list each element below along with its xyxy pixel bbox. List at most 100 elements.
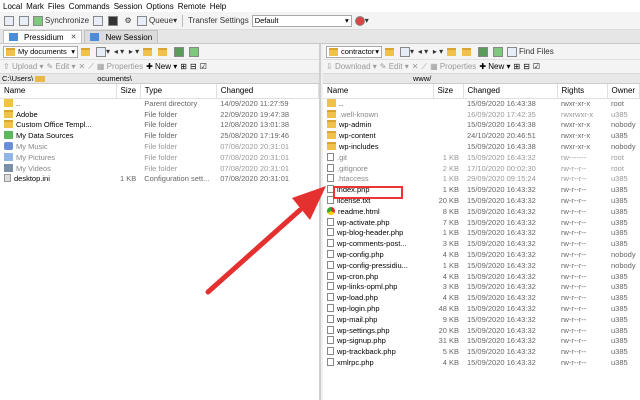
table-row[interactable]: wp-settings.php 20 KB 15/09/2020 16:43:32 r…: [323, 325, 640, 336]
refresh-icon[interactable]: [188, 45, 200, 58]
table-row[interactable]: wp-links-opml.php 3 KB 15/09/2020 16:43:32…: [323, 282, 640, 293]
rename-icon[interactable]: ⟋: [88, 62, 94, 72]
table-row[interactable]: desktop.ini 1 KB Configuration sett... 07/0…: [0, 174, 319, 185]
filter-icon[interactable]: ▾: [400, 45, 414, 58]
transfer-settings-icon[interactable]: ▾: [354, 14, 369, 27]
table-row[interactable]: wp-config-pressidiu... 1 KB 15/09/2020 16:…: [323, 260, 640, 271]
select-all-icon[interactable]: ⊞: [180, 62, 187, 71]
edit-button[interactable]: ✎ Edit ▾: [380, 62, 409, 71]
filter-select-icon[interactable]: ☑: [533, 62, 540, 71]
properties-button[interactable]: ▦ Properties: [430, 62, 476, 71]
upload-button[interactable]: ⇪ Upload ▾: [3, 62, 44, 71]
menu-item-help[interactable]: Help: [210, 2, 226, 11]
table-row[interactable]: Adobe File folder 22/09/2020 19:47:38: [0, 109, 319, 120]
table-row[interactable]: wp-comments-post... 3 KB 15/09/2020 16:43:…: [323, 238, 640, 249]
local-path-bar[interactable]: C:\Users\ ocuments\: [0, 74, 319, 84]
table-row[interactable]: Custom Office Templ... File folder 12/08/2…: [0, 120, 319, 131]
table-row[interactable]: wp-trackback.php 5 KB 15/09/2020 16:43:32 r…: [323, 346, 640, 357]
properties-button[interactable]: ▦ Properties: [97, 62, 143, 71]
table-row[interactable]: wp-blog-header.php 1 KB 15/09/2020 16:43:3…: [323, 228, 640, 239]
table-row[interactable]: wp-login.php 48 KB 15/09/2020 16:43:32 rw-r…: [323, 303, 640, 314]
menu-item-mark[interactable]: Mark: [26, 2, 44, 11]
menu-item-options[interactable]: Options: [146, 2, 174, 11]
select-all-icon[interactable]: ⊞: [514, 62, 521, 71]
delete-icon[interactable]: ✕: [79, 62, 86, 71]
table-row[interactable]: wp-admin 15/09/2020 16:43:38 rwxr-xr-x nobo…: [323, 120, 640, 131]
menu-item-session[interactable]: Session: [114, 2, 142, 11]
download-button[interactable]: ⇩ Download ▾: [326, 62, 377, 71]
column-header-changed[interactable]: Changed: [216, 84, 320, 99]
open-folder-icon[interactable]: [81, 45, 93, 58]
table-row[interactable]: My Pictures File folder 07/08/2020 20:31:0…: [0, 152, 319, 163]
parent-dir-icon[interactable]: [447, 45, 459, 58]
delete-icon[interactable]: ✕: [412, 62, 419, 71]
edit-button[interactable]: ✎ Edit ▾: [47, 62, 76, 71]
table-row[interactable]: My Music File folder 07/08/2020 20:31:01: [0, 141, 319, 152]
column-header-type[interactable]: Type: [140, 84, 217, 99]
new-button[interactable]: ✚ New ▾: [146, 62, 177, 71]
filter-select-icon[interactable]: ☑: [200, 62, 207, 71]
column-header-rights[interactable]: Rights: [557, 84, 608, 99]
queue-button[interactable]: Queue ▾: [137, 14, 177, 27]
column-header-size[interactable]: Size: [116, 84, 141, 99]
column-header-owner[interactable]: Owner: [607, 84, 640, 99]
tab-new-session[interactable]: New Session: [84, 30, 159, 43]
table-row[interactable]: wp-activate.php 7 KB 15/09/2020 16:43:32 rw…: [323, 217, 640, 228]
home-icon[interactable]: [173, 45, 185, 58]
column-header-size[interactable]: Size: [433, 84, 464, 99]
sync-browse-icon[interactable]: [92, 14, 104, 27]
back-icon[interactable]: ◂ ▾: [113, 45, 125, 58]
home-icon[interactable]: [477, 45, 489, 58]
table-row[interactable]: .. 15/09/2020 16:43:38 rwxr-xr-x root: [323, 98, 640, 109]
column-header-name[interactable]: Name: [323, 84, 434, 99]
open-folder-icon[interactable]: [385, 45, 397, 58]
deselect-icon[interactable]: ⊟: [523, 62, 530, 71]
table-row[interactable]: wp-config.php 4 KB 15/09/2020 16:43:32 rw-r…: [323, 249, 640, 260]
parent-dir-icon[interactable]: [143, 45, 155, 58]
root-dir-icon[interactable]: [158, 45, 170, 58]
column-header-changed[interactable]: Changed: [463, 84, 558, 99]
forward-icon[interactable]: ▸ ▾: [432, 45, 444, 58]
table-row[interactable]: .well-known 16/09/2020 17:42:35 rwxrwxr-x u…: [323, 109, 640, 120]
console-icon[interactable]: [107, 14, 119, 27]
rename-icon[interactable]: ⟋: [421, 62, 427, 72]
transfer-settings-select[interactable]: Default ▾: [251, 14, 352, 27]
table-row[interactable]: wp-signup.php 31 KB 15/09/2020 16:43:32 rw-…: [323, 336, 640, 347]
table-row[interactable]: wp-content 24/10/2020 20:46:51 rwxr-xr-x u3…: [323, 130, 640, 141]
remote-path-bar[interactable]: www/: [323, 74, 640, 84]
compare-icon[interactable]: [18, 14, 30, 27]
table-row[interactable]: .git 1 KB 15/09/2020 16:43:32 rw------- root: [323, 152, 640, 163]
new-button[interactable]: ✚ New ▾: [479, 62, 510, 71]
table-row[interactable]: wp-mail.php 9 KB 15/09/2020 16:43:32 rw-r--…: [323, 314, 640, 325]
table-row[interactable]: .htaccess 1 KB 29/09/2020 09:15:24 rw-r--r-…: [323, 174, 640, 185]
back-icon[interactable]: ◂ ▾: [417, 45, 429, 58]
tab-pressidium[interactable]: Pressidium ✕: [3, 30, 83, 43]
root-dir-icon[interactable]: [462, 45, 474, 58]
table-row[interactable]: readme.html 8 KB 15/09/2020 16:43:32 rw-r--…: [323, 206, 640, 217]
menu-item-local[interactable]: Local: [3, 2, 22, 11]
remote-location-select[interactable]: contractor ▾: [326, 45, 382, 58]
gear-icon[interactable]: ⚙: [122, 14, 134, 27]
table-row[interactable]: wp-load.php 4 KB 15/09/2020 16:43:32 rw-r--…: [323, 292, 640, 303]
local-browse-icon[interactable]: [3, 14, 15, 27]
deselect-icon[interactable]: ⊟: [190, 62, 197, 71]
refresh-icon[interactable]: [492, 45, 504, 58]
table-row[interactable]: xmlrpc.php 4 KB 15/09/2020 16:43:32 rw-r--r…: [323, 357, 640, 368]
table-row[interactable]: .gitignore 2 KB 17/10/2020 00:02:30 rw-r--r…: [323, 163, 640, 174]
local-location-select[interactable]: My documents ▾: [3, 45, 78, 58]
table-row[interactable]: My Videos File folder 07/08/2020 20:31:01: [0, 163, 319, 174]
forward-icon[interactable]: ▸ ▾: [128, 45, 140, 58]
filter-icon[interactable]: ▾: [96, 45, 110, 58]
table-row[interactable]: My Data Sources File folder 25/08/2020 17:…: [0, 130, 319, 141]
find-files-button[interactable]: Find Files: [507, 45, 554, 58]
table-row[interactable]: .. Parent directory 14/09/2020 11:27:59: [0, 98, 319, 109]
main-toolbar: Synchronize ⚙ Queue ▾ Transfer Settings …: [0, 12, 640, 30]
menu-item-commands[interactable]: Commands: [69, 2, 110, 11]
table-row[interactable]: wp-includes 15/09/2020 16:43:38 rwxr-xr-x n…: [323, 141, 640, 152]
menu-item-remote[interactable]: Remote: [178, 2, 206, 11]
close-icon[interactable]: ✕: [71, 33, 77, 41]
synchronize-button[interactable]: Synchronize: [33, 14, 89, 27]
menu-item-files[interactable]: Files: [48, 2, 65, 11]
column-header-name[interactable]: Name: [0, 84, 117, 99]
table-row[interactable]: wp-cron.php 4 KB 15/09/2020 16:43:32 rw-r--…: [323, 271, 640, 282]
